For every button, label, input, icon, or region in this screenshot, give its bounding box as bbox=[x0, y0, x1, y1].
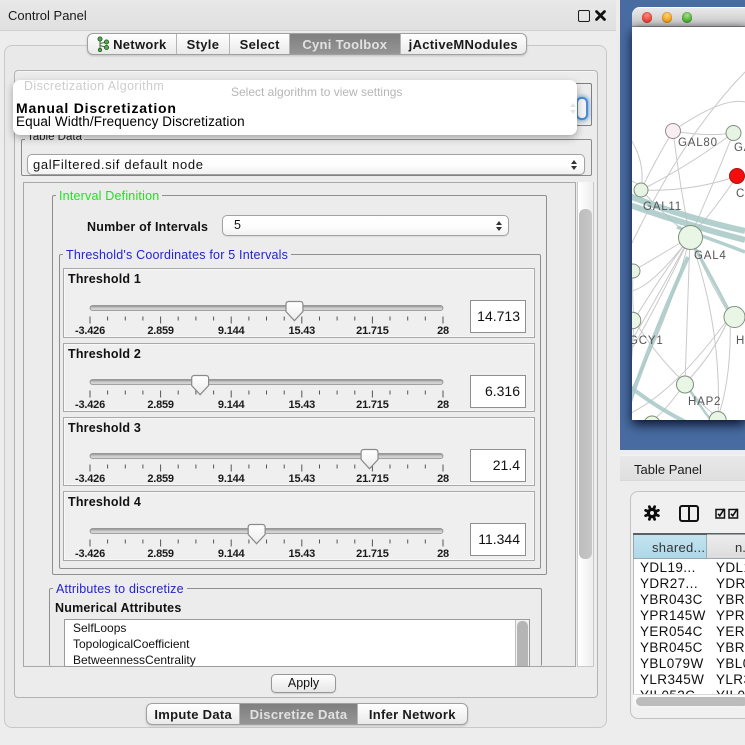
svg-text:GAL4: GAL4 bbox=[694, 250, 727, 262]
svg-text:-3.426: -3.426 bbox=[75, 548, 105, 560]
svg-text:9.144: 9.144 bbox=[218, 325, 246, 337]
svg-text:21.715: 21.715 bbox=[356, 473, 389, 485]
svg-text:GA: GA bbox=[734, 142, 745, 154]
svg-text:HAP2: HAP2 bbox=[688, 396, 721, 408]
svg-text:GAL80: GAL80 bbox=[678, 137, 718, 149]
svg-text:28: 28 bbox=[437, 325, 449, 337]
svg-text:21.715: 21.715 bbox=[356, 399, 389, 411]
svg-text:-3.426: -3.426 bbox=[75, 473, 105, 485]
svg-text:15.43: 15.43 bbox=[289, 325, 316, 337]
svg-text:9.144: 9.144 bbox=[218, 548, 246, 560]
svg-text:21.715: 21.715 bbox=[356, 325, 389, 337]
svg-text:15.43: 15.43 bbox=[289, 473, 316, 485]
svg-text:2.859: 2.859 bbox=[147, 548, 174, 560]
svg-text:2.859: 2.859 bbox=[147, 325, 174, 337]
svg-text:C: C bbox=[736, 188, 745, 200]
svg-text:9.144: 9.144 bbox=[218, 473, 246, 485]
svg-text:28: 28 bbox=[437, 473, 449, 485]
svg-text:28: 28 bbox=[437, 548, 449, 560]
svg-text:-3.426: -3.426 bbox=[75, 399, 105, 411]
svg-text:15.43: 15.43 bbox=[289, 548, 316, 560]
svg-text:-3.426: -3.426 bbox=[75, 325, 105, 337]
svg-text:21.715: 21.715 bbox=[356, 548, 389, 560]
svg-text:2.859: 2.859 bbox=[147, 473, 174, 485]
svg-text:GCY1: GCY1 bbox=[632, 335, 664, 347]
svg-text:GAL11: GAL11 bbox=[643, 201, 682, 213]
svg-text:H: H bbox=[736, 335, 745, 347]
svg-text:2.859: 2.859 bbox=[147, 399, 174, 411]
svg-text:28: 28 bbox=[437, 399, 449, 411]
svg-text:15.43: 15.43 bbox=[289, 399, 316, 411]
svg-text:9.144: 9.144 bbox=[218, 399, 246, 411]
